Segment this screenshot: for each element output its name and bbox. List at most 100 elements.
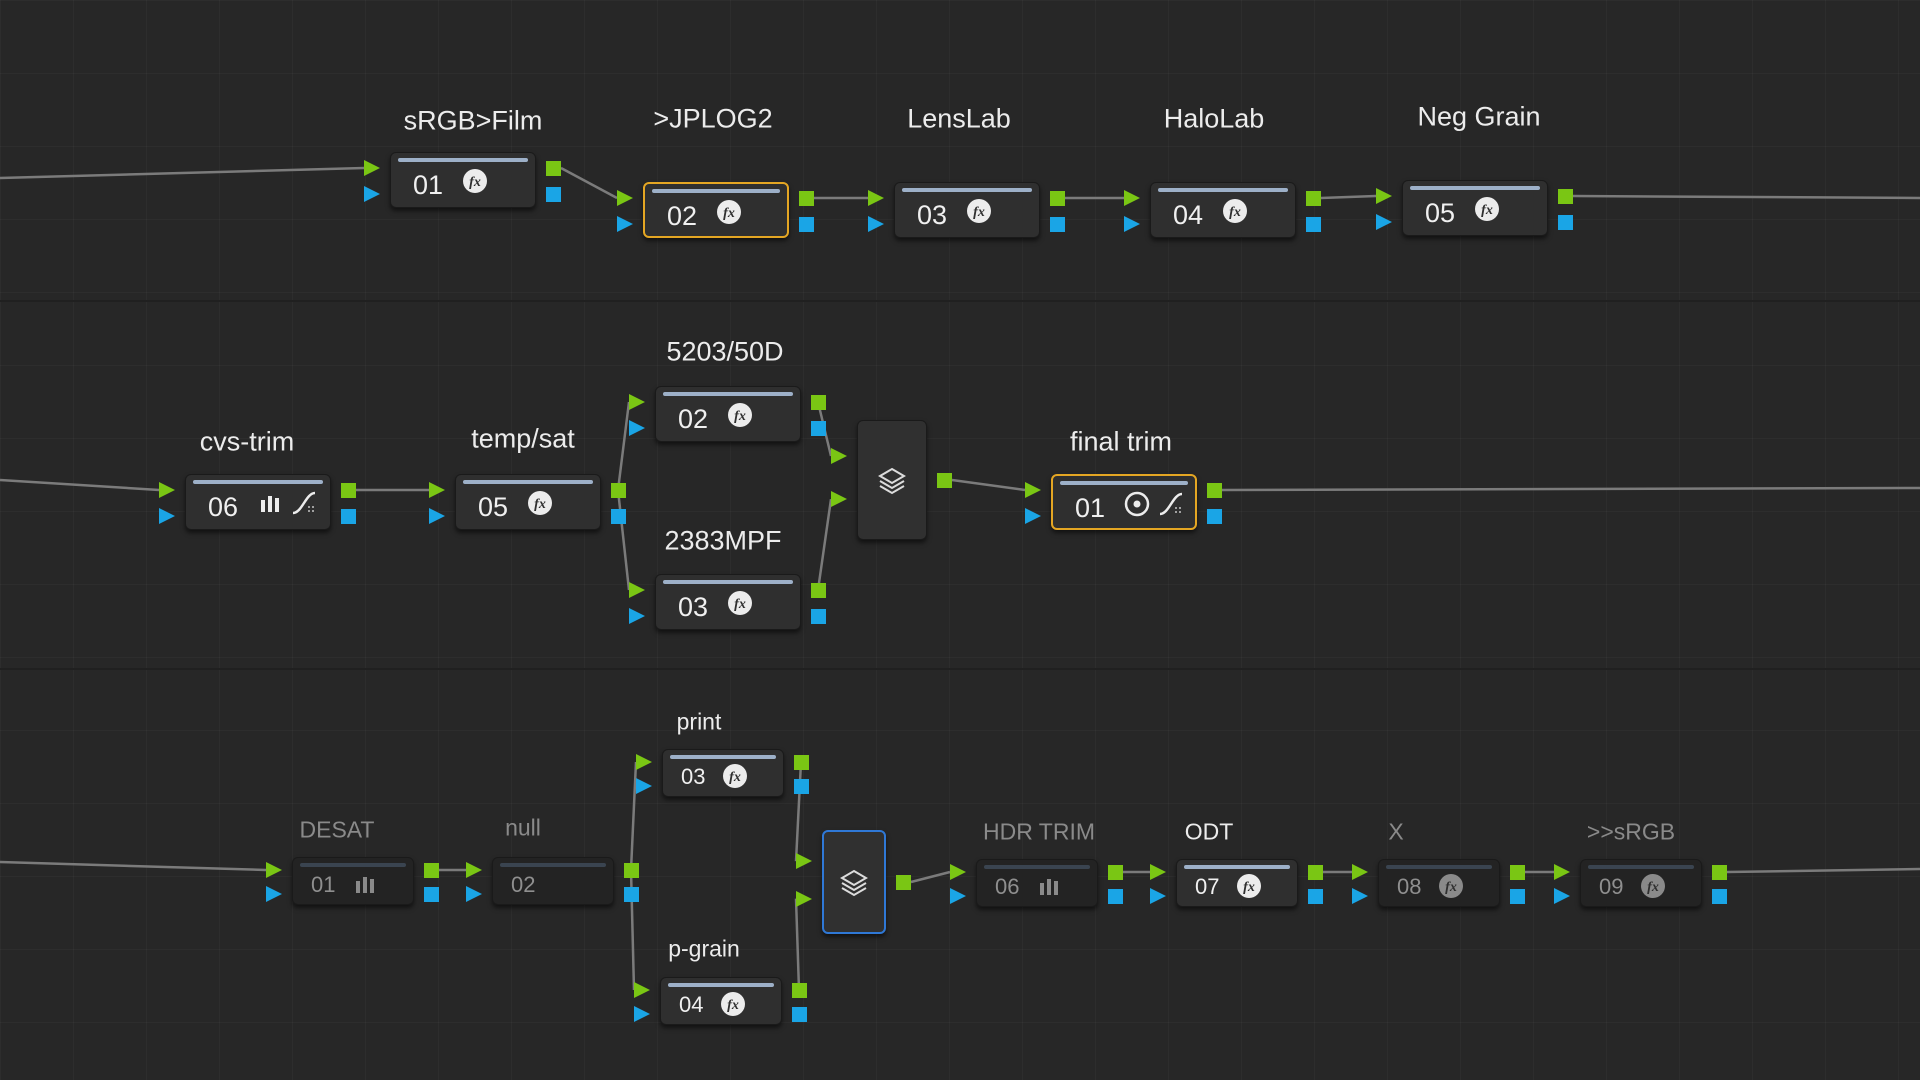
rgb-output-port[interactable] (1306, 191, 1321, 206)
node-body[interactable]: 02 (492, 857, 614, 905)
mixer-output[interactable] (896, 875, 911, 890)
mixer-input-1[interactable] (796, 853, 812, 870)
node-body[interactable]: 03 fx (655, 574, 801, 630)
alpha-output-port[interactable] (1306, 217, 1321, 232)
rgb-output-port[interactable] (1510, 865, 1525, 880)
mixer-input-2[interactable] (796, 890, 812, 907)
rgb-input-port[interactable] (364, 160, 380, 176)
rgb-input-port[interactable] (1376, 188, 1392, 204)
alpha-input-port[interactable] (1150, 888, 1166, 904)
node-label[interactable]: final trim (1070, 427, 1172, 458)
alpha-input-port[interactable] (1352, 888, 1368, 904)
node-body[interactable]: 07 fx (1176, 859, 1298, 907)
node-body[interactable]: 02 fx (655, 386, 801, 442)
rgb-input-port[interactable] (950, 864, 966, 880)
alpha-output-port[interactable] (811, 421, 826, 436)
rgb-output-port[interactable] (811, 395, 826, 410)
rgb-output-port[interactable] (1050, 191, 1065, 206)
node-label[interactable]: ODT (1185, 819, 1234, 846)
node-body[interactable]: 01 (1051, 474, 1197, 530)
rgb-output-port[interactable] (424, 863, 439, 878)
rgb-input-port[interactable] (466, 862, 482, 878)
node-label[interactable]: 2383MPF (664, 526, 781, 557)
alpha-input-port[interactable] (466, 886, 482, 902)
node-body[interactable]: 03 fx (662, 749, 784, 797)
rgb-input-port[interactable] (1554, 864, 1570, 880)
node-body[interactable]: 06 (976, 859, 1098, 907)
alpha-output-port[interactable] (794, 779, 809, 794)
rgb-output-port[interactable] (1207, 483, 1222, 498)
rgb-input-port[interactable] (634, 982, 650, 998)
rgb-output-port[interactable] (341, 483, 356, 498)
rgb-input-port[interactable] (429, 482, 445, 498)
rgb-input-port[interactable] (629, 394, 645, 410)
node-body[interactable]: 08 fx (1378, 859, 1500, 907)
alpha-input-port[interactable] (629, 420, 645, 436)
alpha-input-port[interactable] (868, 216, 884, 232)
alpha-output-port[interactable] (624, 887, 639, 902)
rgb-input-port[interactable] (617, 190, 633, 206)
alpha-input-port[interactable] (1376, 214, 1392, 230)
rgb-output-port[interactable] (794, 755, 809, 770)
node-label[interactable]: temp/sat (471, 424, 575, 455)
rgb-input-port[interactable] (1025, 482, 1041, 498)
node-body[interactable]: 01 fx (390, 152, 536, 208)
alpha-input-port[interactable] (950, 888, 966, 904)
rgb-input-port[interactable] (1352, 864, 1368, 880)
rgb-output-port[interactable] (1712, 865, 1727, 880)
rgb-output-port[interactable] (792, 983, 807, 998)
node-body[interactable]: 02 fx (643, 182, 789, 238)
node-body[interactable]: 04 fx (660, 977, 782, 1025)
node-label[interactable]: >JPLOG2 (653, 104, 772, 135)
node-label[interactable]: DESAT (300, 817, 375, 844)
alpha-input-port[interactable] (629, 608, 645, 624)
alpha-input-port[interactable] (1124, 216, 1140, 232)
node-body[interactable]: 03 fx (894, 182, 1040, 238)
node-body[interactable]: 01 (292, 857, 414, 905)
rgb-input-port[interactable] (159, 482, 175, 498)
rgb-output-port[interactable] (1558, 189, 1573, 204)
node-body[interactable]: 05 fx (455, 474, 601, 530)
alpha-input-port[interactable] (1025, 508, 1041, 524)
node-label[interactable]: >>sRGB (1587, 819, 1675, 846)
node-label[interactable]: sRGB>Film (404, 106, 543, 137)
node-label[interactable]: HDR TRIM (983, 819, 1095, 846)
rgb-output-port[interactable] (611, 483, 626, 498)
rgb-input-port[interactable] (868, 190, 884, 206)
rgb-output-port[interactable] (624, 863, 639, 878)
alpha-output-port[interactable] (341, 509, 356, 524)
node-label[interactable]: Neg Grain (1417, 102, 1540, 133)
alpha-output-port[interactable] (811, 609, 826, 624)
alpha-output-port[interactable] (799, 217, 814, 232)
node-label[interactable]: 5203/50D (666, 337, 783, 368)
rgb-input-port[interactable] (629, 582, 645, 598)
node-label[interactable]: LensLab (907, 104, 1011, 135)
alpha-output-port[interactable] (1050, 217, 1065, 232)
rgb-input-port[interactable] (636, 754, 652, 770)
rgb-output-port[interactable] (799, 191, 814, 206)
mixer-input-1[interactable] (831, 448, 847, 464)
alpha-output-port[interactable] (1510, 889, 1525, 904)
alpha-input-port[interactable] (617, 216, 633, 232)
alpha-input-port[interactable] (159, 508, 175, 524)
rgb-output-port[interactable] (546, 161, 561, 176)
node-body[interactable]: 04 fx (1150, 182, 1296, 238)
rgb-output-port[interactable] (811, 583, 826, 598)
rgb-input-port[interactable] (1124, 190, 1140, 206)
alpha-output-port[interactable] (792, 1007, 807, 1022)
alpha-input-port[interactable] (636, 778, 652, 794)
node-label[interactable]: p-grain (668, 936, 740, 963)
alpha-input-port[interactable] (364, 186, 380, 202)
alpha-input-port[interactable] (634, 1006, 650, 1022)
alpha-input-port[interactable] (429, 508, 445, 524)
rgb-input-port[interactable] (266, 862, 282, 878)
node-label[interactable]: print (677, 709, 722, 736)
alpha-input-port[interactable] (266, 886, 282, 902)
mixer-input-2[interactable] (831, 491, 847, 508)
rgb-input-port[interactable] (1150, 864, 1166, 880)
layer-mixer-node[interactable] (857, 420, 927, 540)
layer-mixer-node[interactable] (822, 830, 886, 934)
alpha-output-port[interactable] (1712, 889, 1727, 904)
rgb-output-port[interactable] (1308, 865, 1323, 880)
node-label[interactable]: null (505, 815, 541, 842)
